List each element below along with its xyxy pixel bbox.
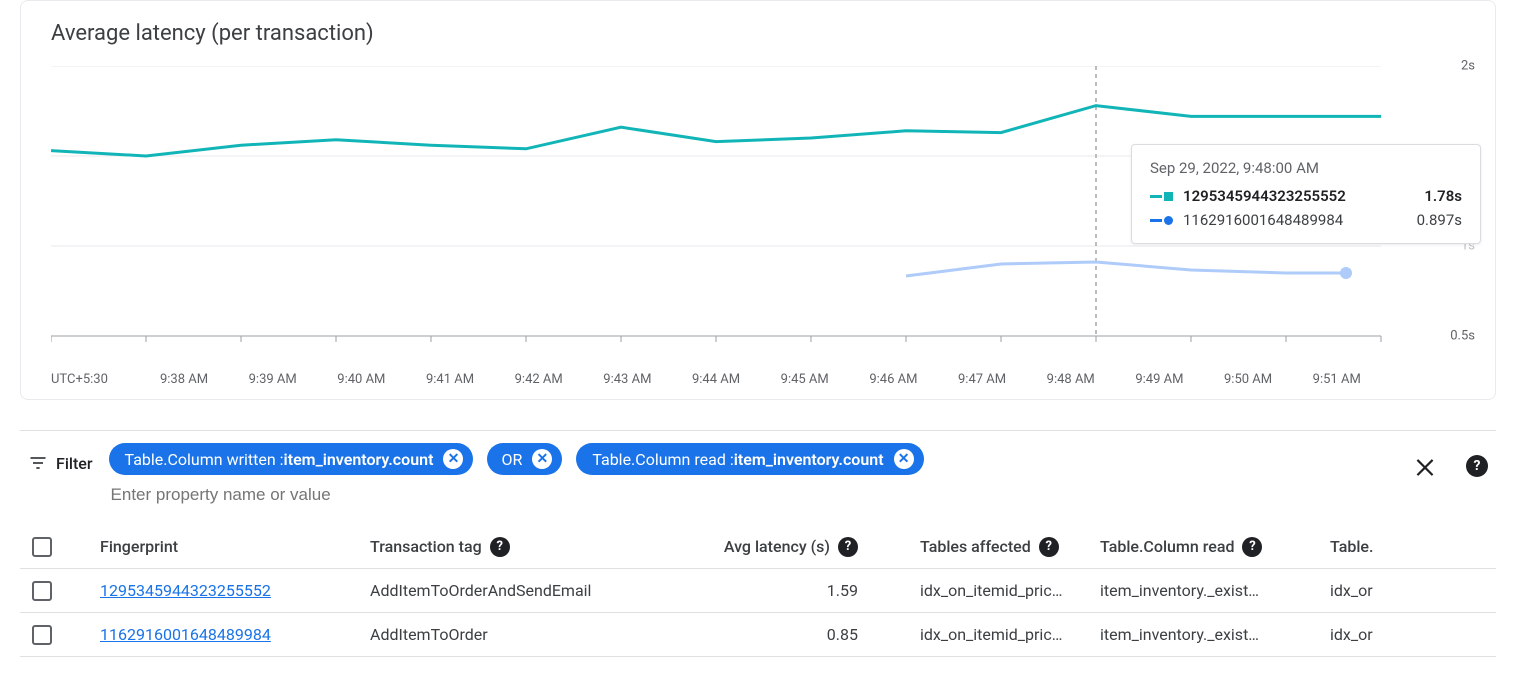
th-label: Avg latency (s) [724, 537, 830, 556]
chart-series-2-endpoint [1340, 267, 1352, 279]
column-write: idx_or [1330, 625, 1373, 644]
chart-title: Average latency (per transaction) [51, 21, 1475, 46]
x-tick-label: 9:40 AM [317, 372, 406, 387]
tooltip-row: 1295345944323255552 1.78s [1150, 187, 1462, 205]
chip-remove-icon[interactable]: ✕ [443, 449, 463, 469]
filter-button-label: Filter [56, 454, 93, 473]
transactions-table: Fingerprint Transaction tag ? Avg latenc… [20, 525, 1496, 657]
filter-input[interactable] [109, 483, 409, 515]
help-icon[interactable]: ? [1039, 537, 1059, 557]
x-tick-label: 9:51 AM [1292, 372, 1381, 387]
x-tick-label: 9:48 AM [1026, 372, 1115, 387]
legend-swatch [1150, 216, 1173, 225]
x-tick-label: 9:38 AM [140, 372, 229, 387]
transaction-tag: AddItemToOrderAndSendEmail [370, 581, 591, 600]
th-transaction-tag[interactable]: Transaction tag ? [370, 537, 670, 557]
help-icon[interactable]: ? [490, 537, 510, 557]
x-tick-label: 9:49 AM [1115, 372, 1204, 387]
th-label: Tables affected [920, 537, 1031, 556]
tooltip-series-value: 0.897s [1417, 211, 1462, 229]
fingerprint-link[interactable]: 1295345944323255552 [100, 581, 271, 600]
chip-value: item_inventory.count [734, 450, 884, 469]
x-tick-label: 9:44 AM [672, 372, 761, 387]
close-icon [1412, 453, 1438, 479]
column-read: item_inventory._exist… [1100, 625, 1259, 644]
filter-chip-operator[interactable]: OR ✕ [487, 443, 562, 475]
th-label: Table. [1330, 537, 1373, 556]
tooltip-timestamp: Sep 29, 2022, 9:48:00 AM [1150, 159, 1462, 177]
filter-icon [28, 453, 48, 473]
help-button[interactable]: ? [1466, 455, 1488, 477]
filter-chips-area: Table.Column written : item_inventory.co… [105, 443, 1412, 515]
avg-latency: 0.85 [827, 625, 858, 644]
latency-chart-card: Average latency (per transaction) [20, 0, 1496, 400]
chip-value: item_inventory.count [284, 450, 434, 469]
tooltip-row: 1162916001648489984 0.897s [1150, 211, 1462, 229]
x-tick-label: 9:43 AM [583, 372, 672, 387]
th-avg-latency[interactable]: Avg latency (s) ? [670, 537, 870, 557]
chip-prefix: Table.Column read : [592, 450, 733, 469]
th-tables-affected[interactable]: Tables affected ? [870, 537, 1100, 557]
legend-swatch [1150, 192, 1173, 201]
x-axis-ticks [51, 336, 1381, 342]
x-tick-label: 9:45 AM [760, 372, 849, 387]
table-header-row: Fingerprint Transaction tag ? Avg latenc… [20, 525, 1496, 569]
filter-bar: Filter Table.Column written : item_inven… [20, 430, 1496, 515]
avg-latency: 1.59 [827, 581, 858, 600]
x-tick-label: 9:50 AM [1204, 372, 1293, 387]
transaction-tag: AddItemToOrder [370, 625, 488, 644]
x-tick-label: 9:41 AM [406, 372, 495, 387]
tables-affected: idx_on_itemid_pric… [920, 625, 1062, 644]
x-axis-timezone: UTC+5:30 [51, 372, 140, 387]
help-icon[interactable]: ? [1242, 537, 1262, 557]
x-tick-label: 9:46 AM [849, 372, 938, 387]
table-row: 1162916001648489984 AddItemToOrder 0.85 … [20, 613, 1496, 657]
chip-remove-icon[interactable]: ✕ [532, 449, 552, 469]
clear-filter-button[interactable] [1412, 453, 1438, 479]
fingerprint-link[interactable]: 1162916001648489984 [100, 625, 271, 644]
tooltip-series-id: 1162916001648489984 [1183, 211, 1343, 229]
tooltip-series-value: 1.78s [1424, 187, 1462, 205]
select-all-checkbox[interactable] [32, 537, 52, 557]
row-checkbox[interactable] [32, 581, 52, 601]
x-axis-labels: UTC+5:30 9:38 AM 9:39 AM 9:40 AM 9:41 AM… [51, 372, 1381, 387]
chip-prefix: Table.Column written : [125, 450, 284, 469]
tables-affected: idx_on_itemid_pric… [920, 581, 1062, 600]
help-icon[interactable]: ? [838, 537, 858, 557]
tooltip-series-id: 1295345944323255552 [1183, 187, 1346, 205]
th-label: Table.Column read [1100, 537, 1234, 556]
x-tick-label: 9:39 AM [228, 372, 317, 387]
y-tick-label: 2s [1455, 59, 1475, 74]
column-write: idx_or [1330, 581, 1373, 600]
y-tick-label: 0.5s [1444, 329, 1475, 344]
th-fingerprint[interactable]: Fingerprint [100, 537, 370, 556]
x-tick-label: 9:42 AM [494, 372, 583, 387]
chip-remove-icon[interactable]: ✕ [894, 449, 914, 469]
th-label: Transaction tag [370, 537, 482, 556]
filter-chip-read[interactable]: Table.Column read : item_inventory.count… [576, 443, 923, 475]
row-checkbox[interactable] [32, 625, 52, 645]
filter-chip-written[interactable]: Table.Column written : item_inventory.co… [109, 443, 474, 475]
chart-tooltip: Sep 29, 2022, 9:48:00 AM 129534594432325… [1131, 144, 1481, 244]
column-read: item_inventory._exist… [1100, 581, 1259, 600]
chart-series-2 [906, 262, 1346, 276]
filter-button[interactable]: Filter [20, 443, 105, 473]
x-tick-label: 9:47 AM [938, 372, 1027, 387]
table-row: 1295345944323255552 AddItemToOrderAndSen… [20, 569, 1496, 613]
chart-plot-area[interactable]: 2s 1.5s 1s 0.5s Sep 29, 2022, 9:48:00 AM… [51, 66, 1475, 366]
th-column-read[interactable]: Table.Column read ? [1100, 537, 1330, 557]
th-column-write[interactable]: Table. [1330, 537, 1440, 556]
chip-operator-label: OR [501, 450, 522, 469]
